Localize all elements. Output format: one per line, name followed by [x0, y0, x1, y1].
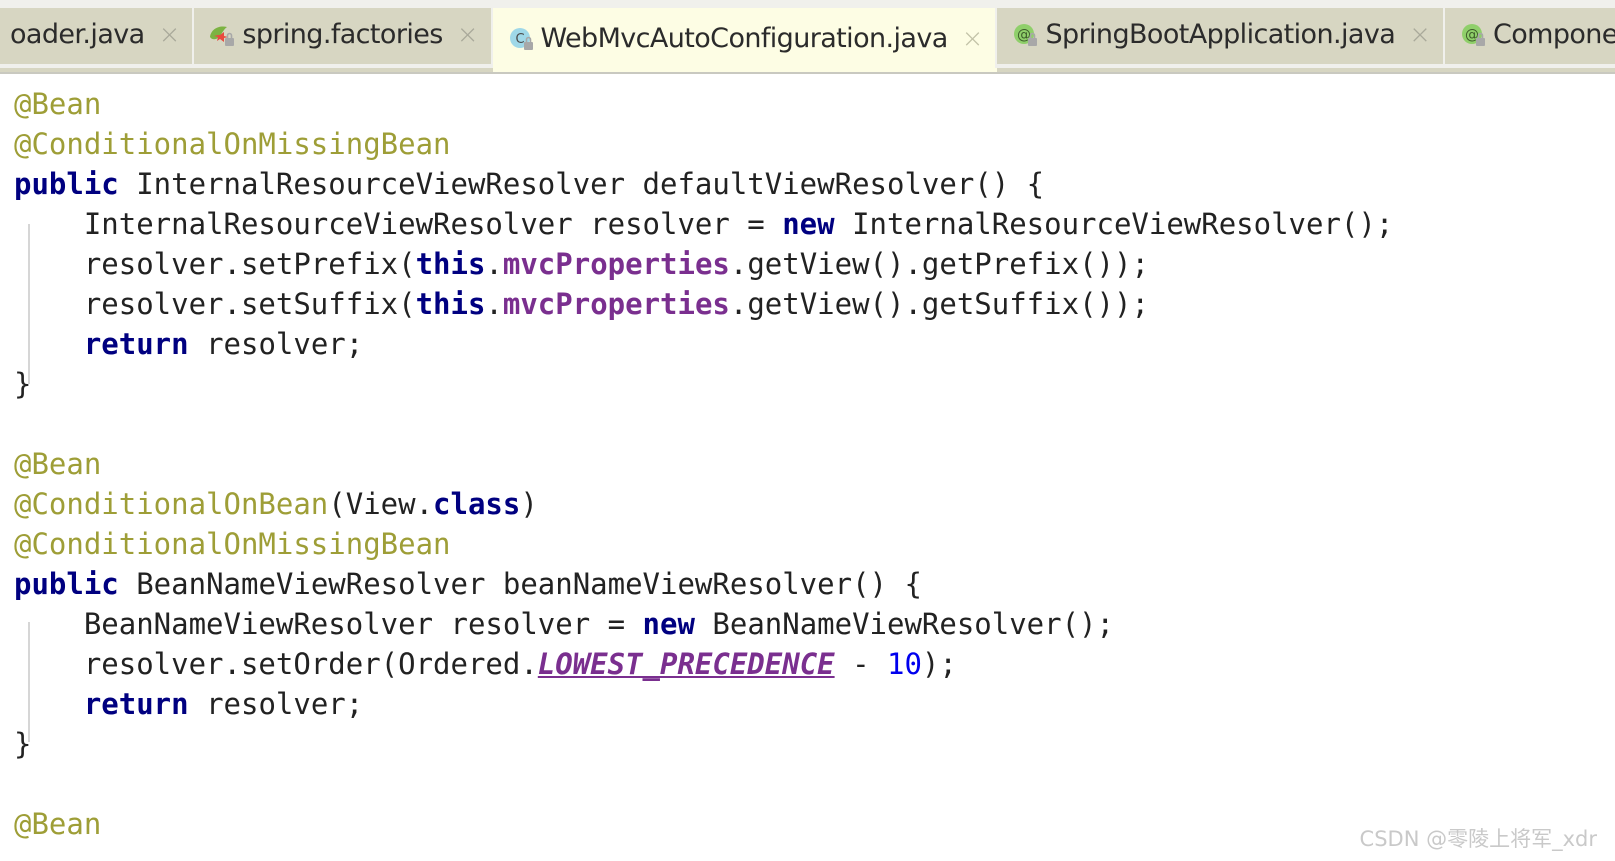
code-token-plain: InternalResourceViewResolver resolver =: [14, 207, 783, 241]
code-token-plain: -: [834, 647, 887, 681]
code-line: InternalResourceViewResolver resolver = …: [0, 204, 1615, 244]
code-token-plain: BeanNameViewResolver resolver =: [14, 607, 643, 641]
code-token-ann: @ConditionalOnMissingBean: [14, 127, 451, 161]
code-token-plain: );: [921, 647, 957, 681]
editor-tab-4[interactable]: @ComponentS: [1444, 8, 1615, 64]
code-line: @ConditionalOnMissingBean: [0, 524, 1615, 564]
editor-tab-3[interactable]: @ SpringBootApplication.java ×: [997, 8, 1445, 64]
code-token-kw: public: [14, 567, 119, 601]
code-token-plain: .: [485, 247, 503, 281]
code-token-plain: }: [14, 367, 32, 401]
code-line: @Bean: [0, 84, 1615, 124]
code-token-plain: .getView().getSuffix());: [729, 287, 1149, 321]
java-annotation-icon: @: [1459, 21, 1489, 51]
code-line: return resolver;: [0, 684, 1615, 724]
code-line: @Bean: [0, 444, 1615, 484]
code-token-kw: this: [415, 247, 486, 281]
code-line: public BeanNameViewResolver beanNameView…: [0, 564, 1615, 604]
code-token-plain: resolver.setPrefix(: [14, 247, 416, 281]
code-line: return resolver;: [0, 324, 1615, 364]
code-line: public InternalResourceViewResolver defa…: [0, 164, 1615, 204]
code-token-plain: resolver.setOrder(Ordered.: [14, 647, 538, 681]
java-class-icon: C: [507, 25, 537, 55]
code-line: resolver.setSuffix(this.mvcProperties.ge…: [0, 284, 1615, 324]
code-lines: @Bean @ConditionalOnMissingBean public Int…: [0, 84, 1615, 844]
code-token-kw: new: [642, 607, 695, 641]
editor-tab-bar: oader.java × spring.factories × C WebMvcAutoC…: [0, 0, 1615, 72]
csdn-watermark: CSDN @零陵上将军_xdr: [1359, 827, 1597, 851]
code-token-plain: .: [485, 287, 503, 321]
code-line: }: [0, 724, 1615, 764]
code-line: resolver.setOrder(Ordered.LOWEST_PRECEDE…: [0, 644, 1615, 684]
code-line: @ConditionalOnMissingBean: [0, 124, 1615, 164]
code-token-kw: return: [83, 327, 189, 361]
code-token-plain: BeanNameViewResolver beanNameViewResolve…: [118, 567, 922, 601]
code-token-plain: }: [14, 727, 32, 761]
code-line: resolver.setPrefix(this.mvcProperties.ge…: [0, 244, 1615, 284]
ide-window: oader.java × spring.factories × C WebMvcAutoC…: [0, 0, 1615, 861]
code-token-plain: ): [520, 487, 538, 521]
spring-leaf-icon: [208, 21, 238, 51]
editor-tab-label: WebMvcAutoConfiguration.java: [540, 23, 949, 54]
code-token-kw: return: [83, 687, 189, 721]
tab-close-icon[interactable]: ×: [962, 26, 984, 55]
code-token-ann: @Bean: [14, 807, 102, 841]
tab-close-icon[interactable]: ×: [159, 22, 181, 51]
code-line: @ConditionalOnBean(View.class): [0, 484, 1615, 524]
editor-tab-2[interactable]: C WebMvcAutoConfiguration.java ×: [492, 8, 998, 72]
code-token-field: mvcProperties: [502, 247, 730, 281]
code-editor-area[interactable]: @Bean @ConditionalOnMissingBean public Int…: [0, 74, 1615, 861]
code-token-kw: class: [433, 487, 521, 521]
tab-close-icon[interactable]: ×: [457, 22, 479, 51]
tab-close-icon[interactable]: ×: [1409, 22, 1431, 51]
code-token-ann: @ConditionalOnMissingBean: [14, 527, 451, 561]
code-token-kw: new: [782, 207, 835, 241]
code-token-plain: resolver.setSuffix(: [14, 287, 416, 321]
code-token-field: mvcProperties: [502, 287, 730, 321]
editor-tab-0[interactable]: oader.java ×: [0, 8, 195, 64]
code-line: BeanNameViewResolver resolver = new Bean…: [0, 604, 1615, 644]
code-token-kw: public: [14, 167, 119, 201]
code-token-plain: resolver;: [188, 687, 364, 721]
code-token-kw: this: [415, 287, 486, 321]
code-token-plain: InternalResourceViewResolver();: [834, 207, 1394, 241]
code-token-num: 10: [887, 647, 922, 681]
code-line: }: [0, 364, 1615, 404]
code-token-plain: BeanNameViewResolver();: [694, 607, 1114, 641]
code-token-plain: .getView().getPrefix());: [729, 247, 1149, 281]
svg-text:C: C: [515, 32, 524, 47]
code-token-ann: @Bean: [14, 447, 102, 481]
code-token-ann: @ConditionalOnBean: [14, 487, 329, 521]
editor-tab-label: ComponentS: [1492, 19, 1615, 50]
editor-tab-label: spring.factories: [242, 19, 443, 50]
editor-tab-label: oader.java: [10, 19, 145, 50]
java-annotation-icon: @: [1011, 21, 1041, 51]
code-token-plain: (View.: [328, 487, 434, 521]
code-token-plain: resolver;: [188, 327, 364, 361]
editor-tab-label: SpringBootApplication.java: [1045, 19, 1396, 50]
code-token-plain: InternalResourceViewResolver defaultView…: [118, 167, 1045, 201]
editor-tab-1[interactable]: spring.factories ×: [194, 8, 493, 64]
code-token-static: LOWEST_PRECEDENCE: [537, 647, 835, 681]
code-token-ann: @Bean: [14, 87, 102, 121]
tab-strip: oader.java × spring.factories × C WebMvcAutoC…: [0, 8, 1615, 72]
